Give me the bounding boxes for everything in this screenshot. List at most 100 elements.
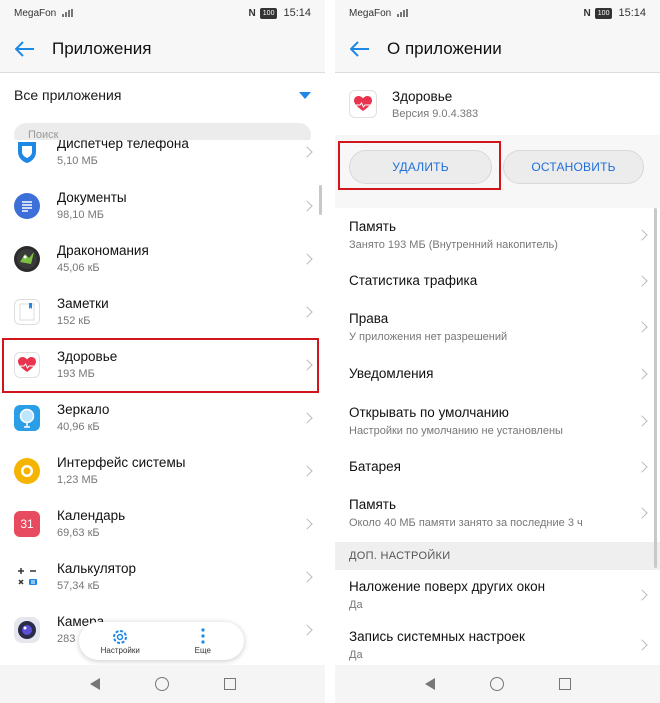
- page-title: Приложения: [52, 39, 152, 58]
- app-list: Диспетчер телефона 5,10 МБ Документы 98,10…: [0, 140, 325, 665]
- nav-recents-icon[interactable]: [558, 678, 571, 690]
- nfc-icon: N: [583, 7, 591, 19]
- title-bar: О приложении: [335, 26, 660, 72]
- row-title: Наложение поверх других окон: [349, 578, 546, 594]
- row-title: Уведомления: [349, 366, 434, 381]
- row-subtitle: Да: [349, 648, 363, 661]
- system-nav-bar: [0, 665, 325, 703]
- chevron-right-icon: [301, 518, 313, 530]
- bottom-action-bar: Настройки Еще: [79, 622, 244, 660]
- battery-row[interactable]: Батарея: [335, 448, 660, 486]
- app-info-screen: MegaFon N 100 15:14 О приложении Здоровь…: [335, 0, 660, 703]
- scrollbar[interactable]: [654, 208, 657, 568]
- traffic-stats-row[interactable]: Статистика трафика: [335, 262, 660, 300]
- app-name: Диспетчер телефона: [57, 140, 189, 151]
- calendar-icon: 31: [14, 511, 40, 537]
- carrier-label: MegaFon: [14, 7, 57, 19]
- nfc-icon: N: [248, 7, 256, 19]
- scrollbar[interactable]: [319, 185, 322, 215]
- list-item[interactable]: Заметки 152 кБ: [0, 286, 325, 338]
- list-item[interactable]: 31 Календарь 69,63 кБ: [0, 498, 325, 550]
- row-title: Батарея: [349, 459, 401, 474]
- settings-button[interactable]: Настройки: [79, 622, 162, 660]
- back-arrow-icon[interactable]: [14, 39, 36, 59]
- app-size: 57,34 кБ: [57, 580, 100, 592]
- list-item[interactable]: Диспетчер телефона 5,10 МБ: [0, 140, 325, 178]
- nav-recents-icon[interactable]: [223, 678, 236, 690]
- write-settings-row[interactable]: Запись системных настроек Да: [335, 620, 660, 670]
- system-ui-icon: [14, 458, 40, 484]
- chevron-right-icon: [301, 253, 313, 265]
- row-subtitle: Около 40 МБ памяти занято за последние 3…: [349, 516, 583, 529]
- title-bar: Приложения: [0, 26, 325, 72]
- more-vertical-icon: [200, 627, 206, 646]
- carrier-label: MegaFon: [349, 7, 392, 19]
- storage-row[interactable]: Память Занято 193 МБ (Внутренний накопит…: [335, 208, 660, 262]
- app-name: Интерфейс системы: [57, 455, 186, 470]
- overlay-row[interactable]: Наложение поверх других окон Да: [335, 570, 660, 620]
- list-item[interactable]: Интерфейс системы 1,23 МБ: [0, 445, 325, 497]
- notes-icon: [14, 299, 40, 325]
- row-title: Открывать по умолчанию: [349, 404, 509, 420]
- app-name: Калькулятор: [57, 561, 137, 576]
- row-subtitle: У приложения нет разрешений: [349, 330, 508, 343]
- health-heart-icon: [349, 90, 377, 118]
- clock: 15:14: [283, 7, 311, 19]
- chevron-right-icon: [301, 200, 313, 212]
- app-name: Документы: [57, 190, 127, 205]
- nav-home-icon[interactable]: [154, 677, 169, 691]
- app-name: Заметки: [57, 296, 109, 311]
- app-filter-dropdown[interactable]: Все приложения: [0, 73, 325, 117]
- row-title: Запись системных настроек: [349, 628, 525, 644]
- list-item[interactable]: Зеркало 40,96 кБ: [0, 392, 325, 444]
- app-version: Версия 9.0.4.383: [392, 107, 479, 120]
- list-item[interactable]: Калькулятор 57,34 кБ: [0, 551, 325, 603]
- calendar-date-badge: 31: [20, 517, 34, 531]
- signal-icon: [62, 9, 74, 17]
- notifications-row[interactable]: Уведомления: [335, 354, 660, 394]
- filter-label: Все приложения: [14, 87, 122, 103]
- app-name: Календарь: [57, 508, 126, 523]
- app-name: Зеркало: [57, 402, 110, 417]
- nav-back-icon[interactable]: [89, 678, 100, 690]
- row-title: Память: [349, 496, 397, 512]
- app-size: 5,10 МБ: [57, 155, 98, 167]
- row-title: Права: [349, 310, 389, 326]
- nav-back-icon[interactable]: [424, 678, 435, 690]
- documents-icon: [14, 193, 40, 219]
- camera-icon: [14, 617, 40, 643]
- chevron-right-icon: [301, 306, 313, 318]
- list-item[interactable]: Документы 98,10 МБ: [0, 180, 325, 232]
- list-item[interactable]: Дракономания 45,06 кБ: [0, 233, 325, 285]
- more-label: Еще: [194, 645, 211, 655]
- app-list-screen: MegaFon N 100 15:14 Приложения Все прило…: [0, 0, 325, 703]
- nav-home-icon[interactable]: [489, 677, 504, 691]
- back-arrow-icon[interactable]: [349, 39, 371, 59]
- phone-manager-icon: [14, 140, 40, 165]
- app-size: 152 кБ: [57, 315, 91, 327]
- permissions-row[interactable]: Права У приложения нет разрешений: [335, 300, 660, 354]
- calculator-icon: [14, 564, 40, 590]
- system-nav-bar: [335, 665, 660, 703]
- chevron-right-icon: [301, 571, 313, 583]
- app-name: Дракономания: [57, 243, 149, 258]
- app-size: 40,96 кБ: [57, 421, 100, 433]
- row-subtitle: Настройки по умолчанию не установлены: [349, 424, 563, 437]
- app-size: 98,10 МБ: [57, 209, 104, 221]
- section-header: ДОП. НАСТРОЙКИ: [335, 542, 660, 570]
- more-button[interactable]: Еще: [162, 622, 245, 660]
- chevron-right-icon: [301, 465, 313, 477]
- memory-row[interactable]: Память Около 40 МБ памяти занято за посл…: [335, 486, 660, 540]
- stop-button[interactable]: ОСТАНОВИТЬ: [503, 150, 644, 184]
- mirror-icon: [14, 405, 40, 431]
- settings-label: Настройки: [100, 645, 140, 655]
- row-title: Статистика трафика: [349, 273, 478, 288]
- app-size: 69,63 кБ: [57, 527, 100, 539]
- clock: 15:14: [618, 7, 646, 19]
- settings-list: Память Занято 193 МБ (Внутренний накопит…: [335, 208, 660, 668]
- highlight-box: [338, 141, 501, 190]
- status-bar: MegaFon N 100 15:14: [0, 0, 325, 26]
- open-by-default-row[interactable]: Открывать по умолчанию Настройки по умол…: [335, 394, 660, 448]
- app-name: Здоровье: [392, 88, 453, 104]
- dragon-game-icon: [14, 246, 40, 272]
